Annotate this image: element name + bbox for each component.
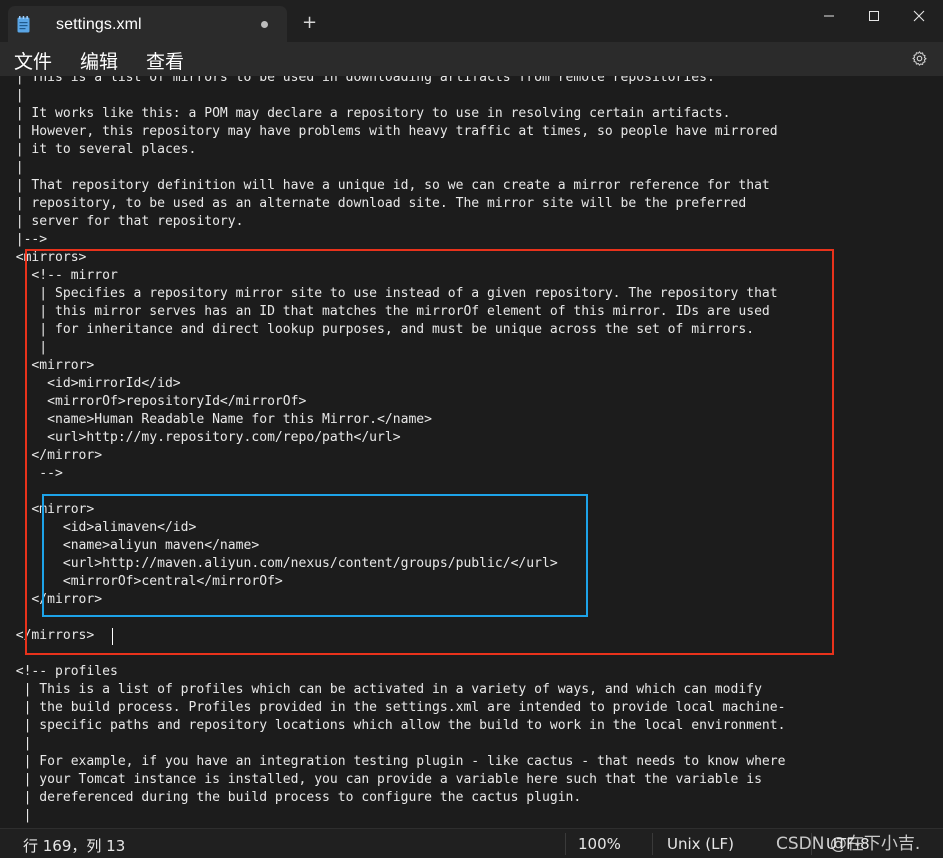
menu-view[interactable]: 查看 xyxy=(146,47,184,74)
maximize-icon[interactable] xyxy=(862,6,886,26)
code-line: <id>mirrorId</id> xyxy=(0,376,181,391)
code-line: <mirrors> xyxy=(0,250,87,265)
code-line: <id>alimaven</id> xyxy=(0,520,197,535)
text-caret xyxy=(112,628,113,645)
code-line: <mirrorOf>repositoryId</mirrorOf> xyxy=(0,394,307,409)
code-line: | xyxy=(0,340,48,355)
code-line: <mirror> xyxy=(0,502,95,517)
menu-file[interactable]: 文件 xyxy=(14,47,52,74)
code-line: <!-- mirror xyxy=(0,268,118,283)
title-bar: settings.xml + xyxy=(0,0,943,42)
menu-edit[interactable]: 编辑 xyxy=(80,47,118,74)
code-line: | For example, if you have an integratio… xyxy=(0,754,786,769)
menu-bar: 文件 编辑 查看 xyxy=(0,42,943,76)
code-line: | It works like this: a POM may declare … xyxy=(0,106,731,121)
status-divider xyxy=(652,833,653,855)
code-line: <mirrorOf>central</mirrorOf> xyxy=(0,574,283,589)
code-line: | Specifies a repository mirror site to … xyxy=(0,286,778,301)
code-line: | dereferenced during the build process … xyxy=(0,790,582,805)
code-line: <!-- profiles xyxy=(0,664,118,679)
code-line: | server for that repository. xyxy=(0,214,244,229)
notepad-file-icon xyxy=(17,16,30,33)
code-line: | xyxy=(0,160,24,175)
line-ending[interactable]: Unix (LF) xyxy=(667,835,734,853)
code-line: | it to several places. xyxy=(0,142,197,157)
code-line: | xyxy=(0,808,32,823)
code-line: </mirrors> xyxy=(0,628,95,643)
gear-icon[interactable] xyxy=(911,50,928,67)
tab-title: settings.xml xyxy=(56,16,142,33)
code-line: <mirror> xyxy=(0,358,95,373)
status-divider xyxy=(565,833,566,855)
code-line: | your Tomcat instance is installed, you… xyxy=(0,772,762,787)
code-line: | the build process. Profiles provided i… xyxy=(0,700,786,715)
code-line: | repository, to be used as an alternate… xyxy=(0,196,747,211)
code-line: | This is a list of mirrors to be used i… xyxy=(0,76,715,85)
code-line: <url>http://my.repository.com/repo/path<… xyxy=(0,430,401,445)
tab-settings-xml[interactable]: settings.xml xyxy=(8,6,287,42)
code-line: | for inheritance and direct lookup purp… xyxy=(0,322,755,337)
watermark: CSDN @在下小吉. xyxy=(776,834,921,854)
code-line: | this mirror serves has an ID that matc… xyxy=(0,304,770,319)
close-icon[interactable] xyxy=(907,6,931,26)
code-line: <name>Human Readable Name for this Mirro… xyxy=(0,412,433,427)
cursor-position[interactable]: 行 169，列 13 xyxy=(23,835,125,856)
code-line: <url>http://maven.aliyun.com/nexus/conte… xyxy=(0,556,558,571)
code-line: | specific paths and repository location… xyxy=(0,718,786,733)
unsaved-indicator[interactable] xyxy=(261,21,268,28)
code-line: </mirror> xyxy=(0,592,103,607)
code-line: | That repository definition will have a… xyxy=(0,178,770,193)
code-line: </mirror> xyxy=(0,448,103,463)
text-editor[interactable]: | This is a list of mirrors to be used i… xyxy=(0,76,943,828)
zoom-level[interactable]: 100% xyxy=(578,835,621,853)
code-line: --> xyxy=(0,466,63,481)
code-line: | xyxy=(0,88,24,103)
code-line: | xyxy=(0,736,32,751)
code-line: | This is a list of profiles which can b… xyxy=(0,682,762,697)
new-tab-button[interactable]: + xyxy=(302,14,317,32)
code-line: | However, this repository may have prob… xyxy=(0,124,778,139)
code-line: |--> xyxy=(0,232,48,247)
code-line: <name>aliyun maven</name> xyxy=(0,538,260,553)
minimize-icon[interactable] xyxy=(817,6,841,26)
